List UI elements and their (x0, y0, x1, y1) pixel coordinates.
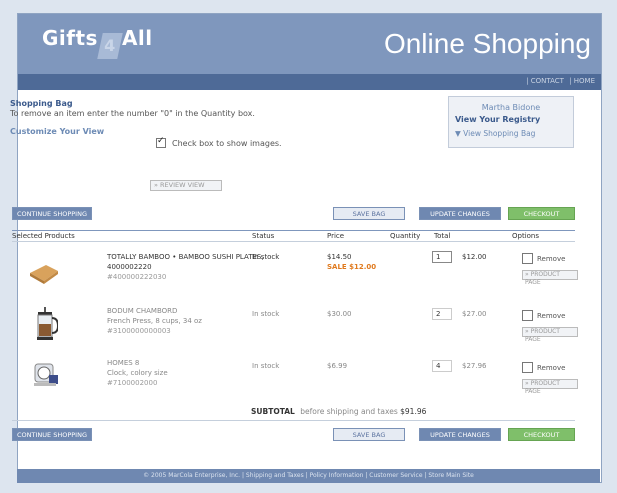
product-name-text: TOTALLY BAMBOO • BAMBOO SUSHI PLATES, 40… (107, 253, 264, 271)
product-sku: #3100000000003 (107, 327, 171, 335)
product-name-text: BODUM CHAMBORD (107, 307, 178, 315)
button-row-top: CONTINUE SHOPPING SAVE BAG UPDATE CHANGE… (12, 207, 575, 221)
show-images-label: Check box to show images. (172, 138, 282, 148)
product-total: $12.00 (462, 253, 487, 261)
show-images-checkbox[interactable] (156, 136, 166, 148)
checkout-button[interactable]: CHECKOUT (508, 428, 575, 441)
subtotal-value: $91.96 (400, 407, 427, 416)
quantity-input[interactable]: 4 (432, 360, 452, 372)
sushi-plates-image[interactable] (26, 257, 62, 287)
home-link[interactable]: | HOME (569, 77, 595, 85)
view-shopping-bag-link[interactable]: ▼ View Shopping Bag (455, 129, 535, 138)
review-view-button[interactable]: » REVIEW VIEW (150, 180, 222, 191)
product-total: $27.00 (462, 310, 487, 318)
logo[interactable]: Gifts 4 All (42, 26, 153, 59)
header-total: Total (434, 232, 451, 240)
product-total: $27.96 (462, 362, 487, 370)
shopping-bag-hint: To remove an item enter the number "0" i… (10, 109, 255, 118)
table-row: TOTALLY BAMBOO • BAMBOO SUSHI PLATES, 40… (12, 245, 578, 297)
remove-option: Remove (522, 362, 565, 373)
contact-link[interactable]: | CONTACT (526, 77, 564, 85)
product-status: In stock (252, 253, 280, 261)
show-images-option: Check box to show images. (156, 136, 282, 148)
quantity-input[interactable]: 1 (432, 251, 452, 263)
continue-shopping-button[interactable]: CONTINUE SHOPPING (12, 207, 92, 220)
subtotal-line: SUBTOTAL before shipping and taxes $91.9… (251, 407, 426, 416)
product-page-button[interactable]: » PRODUCT PAGE (522, 270, 578, 286)
subtotal-note: before shipping and taxes (300, 407, 398, 416)
subtotal-label: SUBTOTAL (251, 407, 295, 416)
product-page-button[interactable]: » PRODUCT PAGE (522, 379, 578, 395)
product-price: $6.99 (327, 362, 348, 370)
remove-label: Remove (537, 254, 566, 263)
update-changes-button[interactable]: UPDATE CHANGES (419, 428, 501, 441)
product-sale-price: SALE $12.00 (327, 263, 377, 271)
product-page-button[interactable]: » PRODUCT PAGE (522, 327, 578, 343)
continue-shopping-button[interactable]: CONTINUE SHOPPING (12, 428, 92, 441)
remove-option: Remove (522, 310, 565, 321)
page-title: Online Shopping (383, 28, 591, 59)
top-nav-bar: | CONTACT | HOME (18, 74, 601, 90)
table-row: HOMES 8 Clock, colory size #7100002000 In … (12, 350, 578, 402)
remove-label: Remove (537, 311, 566, 320)
save-bag-button[interactable]: SAVE BAG (333, 428, 405, 441)
registry-owner-name: Martha Bidone (481, 103, 541, 112)
logo-text-all: All (121, 26, 153, 50)
product-table-header: Selected Products Status Price Quantity … (12, 230, 575, 242)
clock-image[interactable] (32, 358, 60, 388)
logo-text-four: 4 (104, 36, 116, 55)
header-banner: Gifts 4 All Online Shopping (18, 14, 601, 74)
french-press-image[interactable] (32, 306, 58, 342)
product-detail: Clock, colory size (107, 369, 168, 377)
logo-text-gifts: Gifts (42, 26, 98, 50)
product-name-text: HOMES 8 (107, 359, 140, 367)
registry-panel: Martha Bidone View Your Registry ▼ View … (448, 96, 574, 148)
remove-label: Remove (537, 363, 566, 372)
top-links: | CONTACT | HOME (523, 77, 595, 85)
header-price: Price (327, 232, 345, 240)
shopping-bag-title: Shopping Bag (10, 99, 73, 108)
remove-option: Remove (522, 253, 565, 264)
product-status: In stock (252, 310, 280, 318)
product-sku: #7100002000 (107, 379, 158, 387)
product-price: $14.50 (327, 253, 352, 261)
view-registry-link[interactable]: View Your Registry (455, 115, 540, 124)
remove-checkbox[interactable] (522, 362, 533, 373)
header-status: Status (252, 232, 275, 240)
header-selected-products: Selected Products (12, 232, 75, 240)
divider (12, 420, 575, 421)
header-options: Options (512, 232, 540, 240)
product-price: $30.00 (327, 310, 352, 318)
customize-view-heading: Customize Your View (10, 127, 105, 136)
update-changes-button[interactable]: UPDATE CHANGES (419, 207, 501, 220)
product-name[interactable]: TOTALLY BAMBOO • BAMBOO SUSHI PLATES, 40… (107, 252, 267, 282)
header-quantity: Quantity (390, 232, 421, 240)
quantity-input[interactable]: 2 (432, 308, 452, 320)
save-bag-button[interactable]: SAVE BAG (333, 207, 405, 220)
table-row: BODUM CHAMBORD French Press, 8 cups, 34 o… (12, 298, 578, 350)
product-sku: #400000222030 (107, 273, 167, 281)
product-detail: French Press, 8 cups, 34 oz (107, 317, 202, 325)
product-status: In stock (252, 362, 280, 370)
logo-four-mark: 4 (97, 33, 123, 59)
remove-checkbox[interactable] (522, 253, 533, 264)
button-row-bottom: CONTINUE SHOPPING SAVE BAG UPDATE CHANGE… (12, 428, 575, 442)
remove-checkbox[interactable] (522, 310, 533, 321)
checkout-button[interactable]: CHECKOUT (508, 207, 575, 220)
